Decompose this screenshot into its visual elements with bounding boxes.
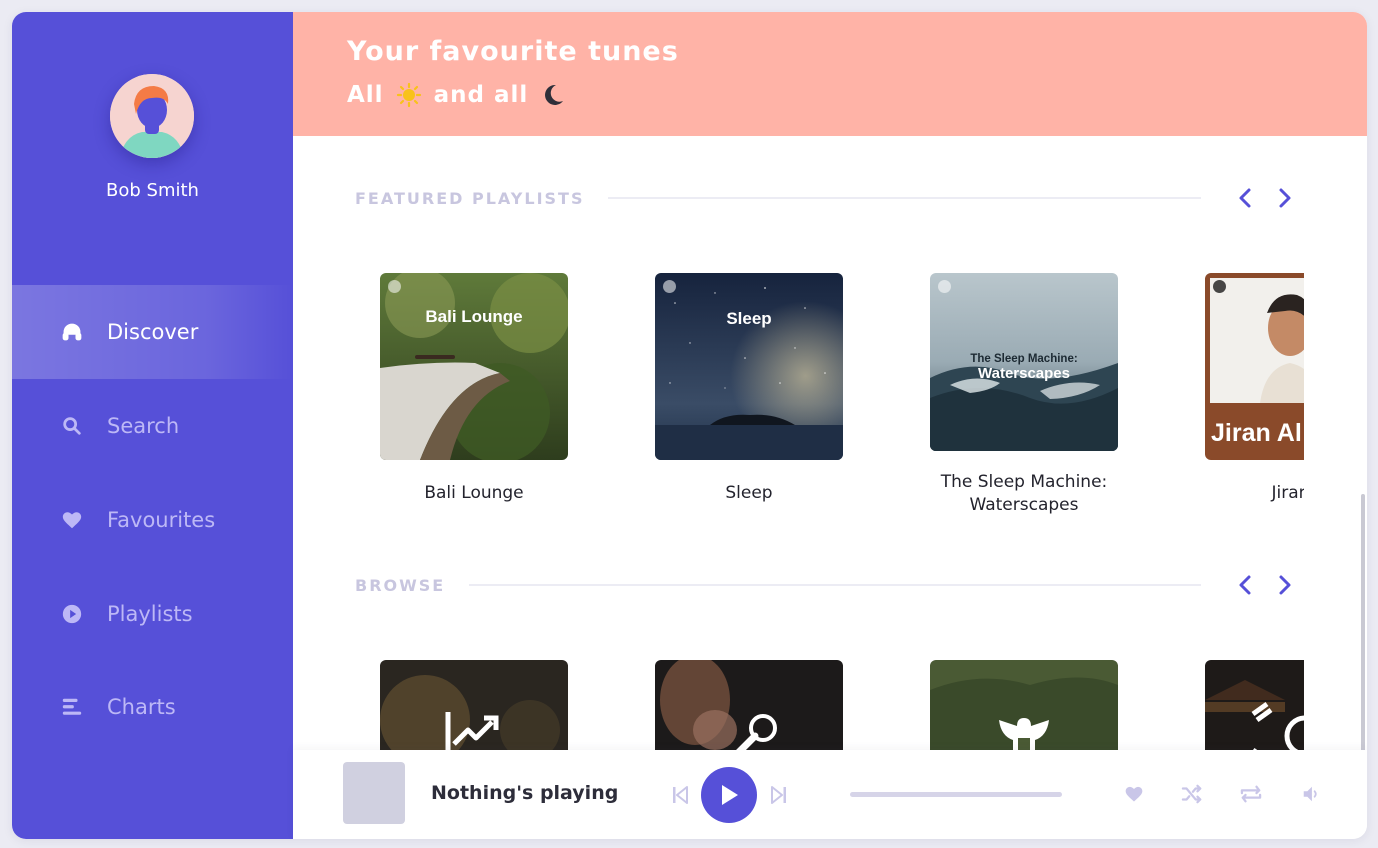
now-playing-text: Nothing's playing bbox=[431, 782, 619, 804]
playlist-card[interactable]: The Sleep Machine: Waterscapes The Sleep… bbox=[930, 273, 1118, 517]
playlist-name[interactable]: The Sleep Machine: Waterscapes bbox=[930, 471, 1118, 517]
spotify-logo-icon bbox=[388, 280, 401, 293]
category-cover[interactable] bbox=[380, 660, 568, 750]
nav-item-search[interactable]: Search bbox=[12, 379, 293, 473]
playlist-cover[interactable]: Jiran Al bbox=[1205, 273, 1304, 460]
featured-next-button[interactable] bbox=[1265, 183, 1305, 213]
nav-item-discover[interactable]: Discover bbox=[12, 285, 293, 379]
playlist-name[interactable]: Bali Lounge bbox=[380, 482, 568, 505]
headphones-icon bbox=[60, 320, 84, 344]
browse-section-header: BROWSE bbox=[355, 570, 1305, 600]
skip-forward-icon bbox=[771, 786, 786, 804]
featured-playlists-row: Bali Lounge Bali Lounge Sleep Sleep The … bbox=[380, 273, 1304, 523]
sun-icon bbox=[396, 82, 422, 108]
volume-button[interactable] bbox=[1299, 782, 1323, 806]
heart-icon bbox=[60, 508, 84, 532]
browse-next-button[interactable] bbox=[1265, 570, 1305, 600]
cover-title: Jiran Al bbox=[1211, 419, 1302, 447]
search-icon bbox=[60, 414, 84, 438]
header-banner: Your favourite tunes All and all bbox=[293, 12, 1367, 136]
category-cover[interactable] bbox=[930, 660, 1118, 750]
main-content: FEATURED PLAYLISTS Bali Lounge Bali Loun… bbox=[293, 136, 1367, 750]
subtitle-part2: and all bbox=[433, 82, 529, 108]
repeat-icon bbox=[1240, 785, 1262, 803]
category-card[interactable] bbox=[380, 660, 568, 750]
nav-label-discover: Discover bbox=[107, 320, 199, 344]
player-bar: Nothing's playing bbox=[293, 750, 1367, 839]
previous-track-button[interactable] bbox=[668, 782, 692, 808]
spotify-logo-icon bbox=[1213, 280, 1226, 293]
nav-item-favourites[interactable]: Favourites bbox=[12, 473, 293, 567]
moon-icon bbox=[540, 82, 566, 108]
subtitle-part1: All bbox=[347, 82, 384, 108]
chevron-right-icon bbox=[1279, 575, 1291, 595]
volume-icon bbox=[1303, 786, 1317, 802]
spotify-logo-icon bbox=[663, 280, 676, 293]
chevron-right-icon bbox=[1279, 188, 1291, 208]
cover-title: Sleep bbox=[726, 309, 772, 328]
nav-item-charts[interactable]: Charts bbox=[12, 660, 293, 754]
page-subtitle: All and all bbox=[347, 82, 578, 108]
playlist-card[interactable]: Bali Lounge Bali Lounge bbox=[380, 273, 568, 505]
section-title-featured: FEATURED PLAYLISTS bbox=[355, 188, 585, 208]
trending-up-icon bbox=[445, 712, 499, 750]
now-playing-artwork bbox=[343, 762, 405, 824]
content-scrollbar[interactable] bbox=[1361, 494, 1365, 750]
chevron-left-icon bbox=[1239, 188, 1251, 208]
progress-bar[interactable] bbox=[850, 792, 1062, 797]
playlist-cover[interactable]: Sleep bbox=[655, 273, 843, 460]
playlist-card[interactable]: Sleep Sleep bbox=[655, 273, 843, 505]
category-card[interactable] bbox=[930, 660, 1118, 750]
nav-item-playlists[interactable]: Playlists bbox=[12, 567, 293, 661]
spotify-logo-icon bbox=[938, 280, 951, 293]
nav-label-charts: Charts bbox=[107, 695, 176, 719]
page-title: Your favourite tunes bbox=[347, 36, 679, 67]
section-title-browse: BROWSE bbox=[355, 575, 446, 595]
featured-prev-button[interactable] bbox=[1225, 183, 1265, 213]
microphone-icon bbox=[736, 714, 777, 750]
divider bbox=[469, 584, 1201, 586]
browse-categories-row bbox=[380, 660, 1304, 750]
skip-back-icon bbox=[673, 786, 688, 804]
bars-icon bbox=[60, 695, 84, 719]
taegeuk-flag-icon bbox=[1251, 701, 1304, 750]
browse-prev-button[interactable] bbox=[1225, 570, 1265, 600]
favourite-button[interactable] bbox=[1122, 782, 1146, 806]
play-icon bbox=[722, 785, 738, 805]
avatar[interactable] bbox=[110, 74, 194, 158]
play-button[interactable] bbox=[701, 767, 757, 823]
divider bbox=[608, 197, 1201, 199]
shuffle-button[interactable] bbox=[1180, 782, 1204, 806]
chevron-left-icon bbox=[1239, 575, 1251, 595]
heart-icon bbox=[1125, 786, 1143, 802]
user-illustration-icon bbox=[110, 74, 194, 158]
playlist-cover[interactable]: Bali Lounge bbox=[380, 273, 568, 460]
nav-label-search: Search bbox=[107, 414, 180, 438]
user-name: Bob Smith bbox=[106, 180, 199, 201]
featured-section-header: FEATURED PLAYLISTS bbox=[355, 183, 1305, 213]
sidebar: Bob Smith Discover Search Favourites Pla… bbox=[12, 12, 293, 839]
cover-title: Bali Lounge bbox=[425, 307, 523, 326]
cover-title-line2: Waterscapes bbox=[978, 365, 1070, 382]
playlist-name[interactable]: Jiran A bbox=[1205, 482, 1304, 505]
playlist-cover[interactable]: The Sleep Machine: Waterscapes bbox=[930, 273, 1118, 451]
next-track-button[interactable] bbox=[767, 782, 791, 808]
playlist-card[interactable]: Jiran Al Jiran A bbox=[1205, 273, 1304, 505]
cover-title-line1: The Sleep Machine: bbox=[970, 353, 1078, 365]
nav-label-playlists: Playlists bbox=[107, 602, 193, 626]
playlist-name[interactable]: Sleep bbox=[655, 482, 843, 505]
category-card[interactable] bbox=[1205, 660, 1304, 750]
nav-label-favourites: Favourites bbox=[107, 508, 216, 532]
category-cover[interactable] bbox=[655, 660, 843, 750]
shuffle-icon bbox=[1181, 784, 1202, 804]
repeat-button[interactable] bbox=[1238, 782, 1264, 806]
category-card[interactable] bbox=[655, 660, 843, 750]
eagle-icon bbox=[999, 718, 1049, 750]
play-circle-icon bbox=[60, 602, 84, 626]
app-window: Bob Smith Discover Search Favourites Pla… bbox=[12, 12, 1367, 839]
category-cover[interactable] bbox=[1205, 660, 1304, 750]
